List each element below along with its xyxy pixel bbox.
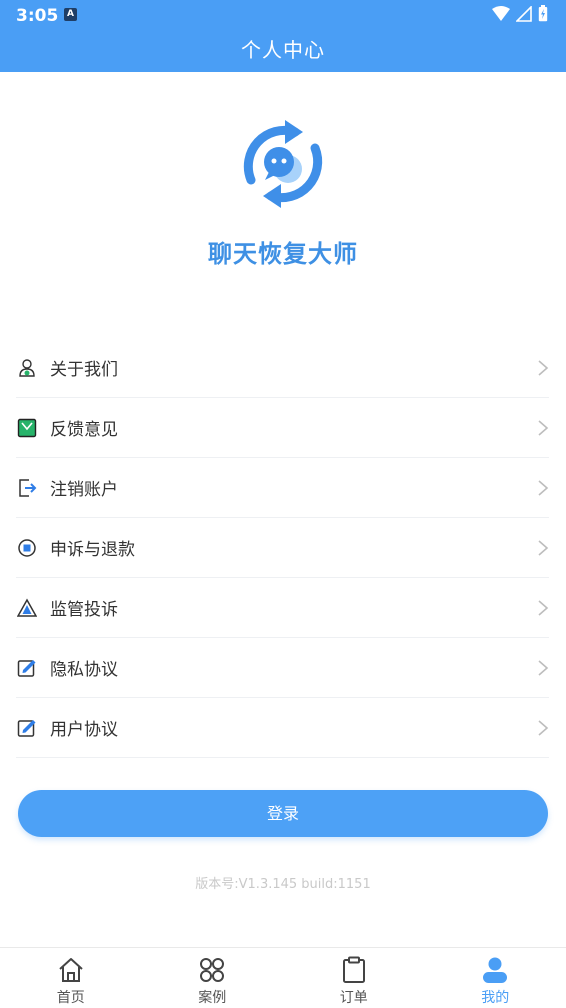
menu-label: 用户协议: [50, 720, 118, 740]
header: 3:05 A 个人中心: [0, 0, 566, 72]
nav-label: 案例: [198, 990, 227, 1006]
menu-item-user-agreement[interactable]: 用户协议: [16, 698, 549, 758]
nav-tab-home[interactable]: 首页: [0, 948, 142, 1008]
chevron-right-icon: [538, 420, 549, 436]
menu-item-feedback[interactable]: 反馈意见: [16, 398, 549, 458]
menu-item-privacy-policy[interactable]: 隐私协议: [16, 638, 549, 698]
chevron-right-icon: [538, 660, 549, 676]
grid-icon: [200, 958, 225, 982]
home-icon: [59, 958, 83, 982]
user-icon: [483, 957, 508, 983]
chevron-right-icon: [538, 540, 549, 556]
battery-icon: [538, 5, 548, 22]
menu-label: 监管投诉: [50, 600, 118, 620]
nav-label: 首页: [56, 990, 85, 1006]
edit-doc-icon: [17, 718, 37, 738]
bottom-nav: 首页 案例 订单 我的: [0, 947, 566, 1008]
app-name: 聊天恢复大师: [208, 240, 358, 268]
settings-menu: 关于我们 反馈意见 注销账户 申诉与退款 监管投诉 隐私协议 用户协议: [16, 338, 549, 758]
menu-label: 反馈意见: [50, 420, 118, 440]
page-title: 个人中心: [241, 38, 325, 62]
status-icons: [492, 5, 548, 22]
menu-label: 关于我们: [50, 360, 118, 380]
menu-item-appeal-refund[interactable]: 申诉与退款: [16, 518, 549, 578]
chevron-right-icon: [538, 480, 549, 496]
nav-tab-orders[interactable]: 订单: [283, 948, 425, 1008]
chevron-right-icon: [538, 600, 549, 616]
nav-label: 我的: [481, 990, 510, 1006]
menu-label: 申诉与退款: [50, 540, 135, 560]
wifi-icon: [492, 5, 510, 21]
chevron-right-icon: [538, 720, 549, 736]
logo-section: 聊天恢复大师: [0, 112, 566, 269]
menu-item-about[interactable]: 关于我们: [16, 338, 549, 398]
menu-label: 注销账户: [50, 480, 118, 500]
chevron-right-icon: [538, 360, 549, 376]
nav-label: 订单: [339, 990, 368, 1006]
chat-sync-icon: [243, 120, 323, 208]
appeal-icon: [17, 538, 37, 558]
menu-item-deactivate-account[interactable]: 注销账户: [16, 458, 549, 518]
nav-tab-cases[interactable]: 案例: [142, 948, 284, 1008]
status-time: 3:05: [16, 6, 59, 26]
version-text: 版本号:V1.3.145 build:1151: [195, 877, 371, 892]
menu-item-regulatory-complaint[interactable]: 监管投诉: [16, 578, 549, 638]
clipboard-icon: [342, 956, 365, 983]
status-notification-icon: A: [64, 8, 77, 21]
signal-icon: [516, 5, 532, 22]
login-button[interactable]: 登录: [18, 790, 548, 837]
warning-icon: [17, 597, 37, 618]
menu-label: 隐私协议: [50, 660, 118, 680]
nav-tab-mine[interactable]: 我的: [425, 948, 566, 1008]
about-icon: [17, 358, 37, 378]
edit-doc-icon: [17, 658, 37, 678]
app-root: 3:05 A 个人中心 聊天恢复大师 关于我们 反馈意见 注销账户 申诉与退款 …: [0, 0, 566, 1008]
logout-icon: [17, 478, 37, 498]
feedback-icon: [17, 418, 37, 438]
